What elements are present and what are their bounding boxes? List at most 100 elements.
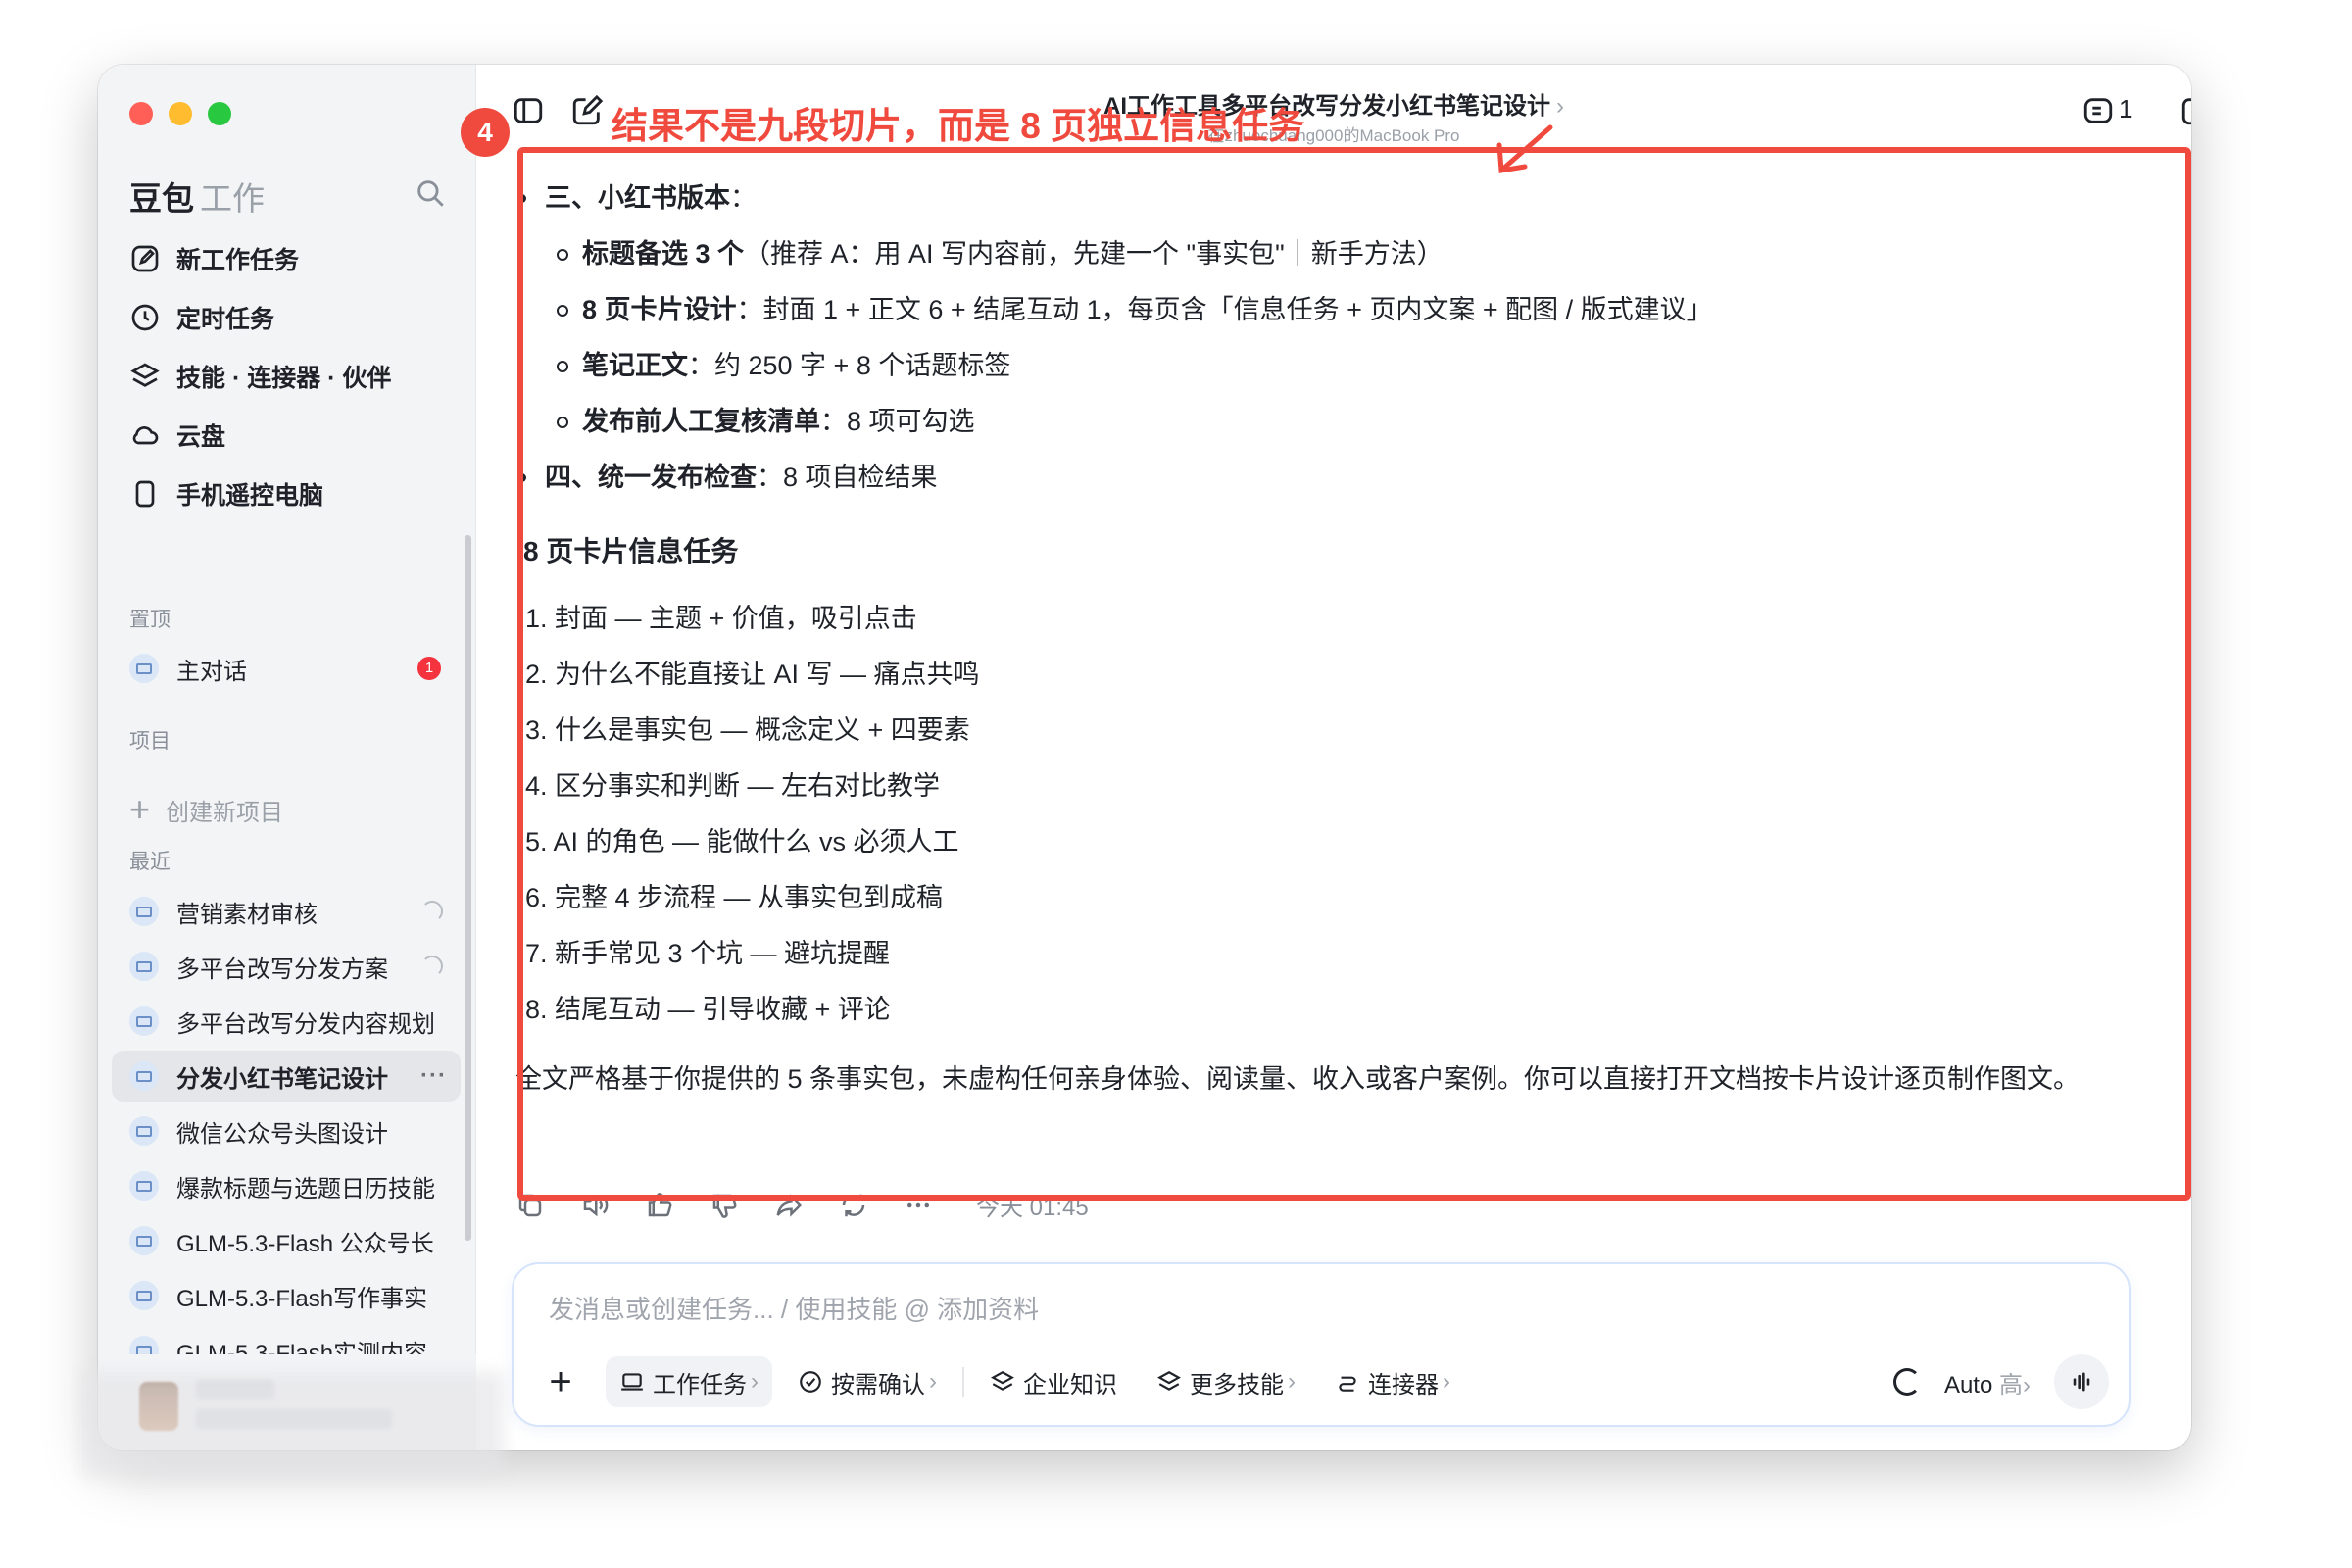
speaker-icon[interactable] bbox=[580, 1191, 610, 1220]
nav-label: 新工作任务 bbox=[176, 247, 300, 274]
new-project-button[interactable]: + 创建新项目 bbox=[129, 792, 283, 827]
chip-label: 按需确认 bbox=[831, 1371, 925, 1398]
more-icon[interactable] bbox=[904, 1191, 933, 1220]
nav-label: 云盘 bbox=[176, 423, 226, 451]
bullet-section-4: 四、统一发布检查：8 项自检结果 bbox=[515, 450, 2162, 506]
recent-label: 最近 bbox=[129, 851, 171, 873]
model-mode-selector[interactable]: Auto 高› bbox=[1944, 1365, 2031, 1399]
more-options-button[interactable]: ··· bbox=[420, 1062, 447, 1090]
nav-skills[interactable]: 技能 · 连接器 · 伙伴 bbox=[129, 347, 453, 406]
chevron-right-icon: › bbox=[1556, 93, 1564, 120]
card-item: 6. 完整 4 步流程 — 从事实包到成稿 bbox=[525, 883, 944, 912]
item-bold: 笔记正文 bbox=[582, 351, 688, 380]
composer-right-controls: Auto 高› bbox=[1892, 1354, 2109, 1409]
task-list-icon[interactable] bbox=[2082, 94, 2115, 127]
recent-item[interactable]: GLM-5.3-Flash 公众号长 bbox=[112, 1215, 461, 1266]
voice-input-button[interactable] bbox=[2054, 1354, 2109, 1409]
section-text: ：8 项自检结果 bbox=[757, 463, 938, 492]
nav-label: 技能 · 连接器 · 伙伴 bbox=[176, 365, 392, 392]
chat-icon bbox=[129, 654, 159, 683]
close-window-button[interactable] bbox=[129, 102, 153, 125]
clock-icon bbox=[131, 304, 159, 331]
bullet-section-3: 三、小红书版本： bbox=[515, 171, 2162, 226]
recent-item-label: GLM-5.3-Flash写作事实 bbox=[176, 1285, 428, 1312]
card-item: 7. 新手常见 3 个坑 — 避坑提醒 bbox=[525, 939, 891, 968]
recent-item-label: 多平台改写分发内容规划 bbox=[176, 1010, 435, 1038]
pinned-item-main-chat[interactable]: 主对话 1 bbox=[112, 643, 461, 694]
recent-item-label: GLM-5.3-Flash 公众号长 bbox=[176, 1230, 434, 1257]
doc-icon bbox=[129, 897, 159, 926]
message-time: 今天 01:45 bbox=[976, 1195, 1089, 1221]
work-task-chip[interactable]: 工作任务 › bbox=[606, 1356, 772, 1407]
chevron-right-icon: › bbox=[2023, 1371, 2031, 1398]
recent-item-label: 分发小红书笔记设计 bbox=[176, 1065, 388, 1093]
loading-icon bbox=[421, 901, 443, 922]
card-item: 4. 区分事实和判断 — 左右对比教学 bbox=[525, 771, 941, 801]
copy-icon[interactable] bbox=[515, 1191, 545, 1220]
recent-item[interactable]: 爆款标题与选题日历技能 bbox=[112, 1160, 461, 1211]
chip-label: 连接器 bbox=[1368, 1371, 1439, 1398]
connector-chip[interactable]: 连接器 › bbox=[1321, 1356, 1464, 1407]
card-item: 3. 什么是事实包 — 概念定义 + 四要素 bbox=[525, 715, 970, 745]
thumbs-down-icon[interactable] bbox=[710, 1191, 739, 1220]
doc-icon bbox=[129, 1116, 159, 1146]
doc-icon bbox=[129, 952, 159, 981]
nav-new-task[interactable]: 新工作任务 bbox=[129, 229, 453, 288]
chip-label: 更多技能 bbox=[1190, 1371, 1284, 1398]
item-text: ：约 250 字 + 8 个话题标签 bbox=[688, 351, 1011, 380]
divider bbox=[962, 1367, 964, 1396]
cards-list: 1. 封面 — 主题 + 价值，吸引点击 2. 为什么不能直接让 AI 写 — … bbox=[515, 591, 2162, 1038]
nav-phone-remote[interactable]: 手机遥控电脑 bbox=[129, 465, 453, 523]
search-icon[interactable] bbox=[414, 176, 447, 210]
nav-cloud-drive[interactable]: 云盘 bbox=[129, 406, 453, 465]
enterprise-knowledge-chip[interactable]: 企业知识 bbox=[976, 1356, 1131, 1407]
card-item: 1. 封面 — 主题 + 价值，吸引点击 bbox=[525, 604, 917, 633]
projects-label: 项目 bbox=[129, 730, 171, 753]
nav-label: 定时任务 bbox=[176, 306, 275, 333]
recent-item[interactable]: GLM-5.3-Flash写作事实 bbox=[112, 1270, 461, 1321]
message-composer[interactable]: 发消息或创建任务... / 使用技能 @ 添加资料 + 工作任务 › 按需确认 › … bbox=[512, 1262, 2131, 1427]
recent-item-label: 爆款标题与选题日历技能 bbox=[176, 1175, 435, 1202]
cloud-icon bbox=[132, 426, 159, 445]
card-item: 2. 为什么不能直接让 AI 写 — 痛点共鸣 bbox=[525, 660, 980, 689]
cards-heading: 8 页卡片信息任务 bbox=[523, 536, 739, 566]
thumbs-up-icon[interactable] bbox=[645, 1191, 674, 1220]
mode-label: Auto bbox=[1943, 1371, 1993, 1398]
sidebar-scrollbar[interactable] bbox=[465, 535, 471, 1241]
new-project-label: 创建新项目 bbox=[166, 799, 284, 826]
app-window: 豆包工作 新工作任务 定时任务 技能 · 连接器 · 伙伴 云盘 手机遥控电脑 bbox=[98, 65, 2191, 1450]
sidebar-nav: 新工作任务 定时任务 技能 · 连接器 · 伙伴 云盘 手机遥控电脑 bbox=[129, 229, 453, 523]
section-title: 三、小红书版本 bbox=[545, 183, 730, 213]
chevron-right-icon: › bbox=[751, 1368, 759, 1395]
brand: 豆包 工作 bbox=[129, 172, 265, 220]
share-icon[interactable] bbox=[774, 1191, 804, 1220]
brand-sub: 工作 bbox=[200, 180, 265, 217]
unread-badge: 1 bbox=[417, 657, 441, 680]
recent-item[interactable]: 多平台改写分发方案 bbox=[112, 941, 461, 992]
layers-icon bbox=[130, 363, 160, 387]
main-panel: AI工作工具多平台改写分发小红书笔记设计 › 在zhuochuang000的Mac… bbox=[476, 65, 2191, 1450]
window-controls bbox=[129, 102, 231, 125]
recent-item[interactable]: 多平台改写分发内容规划 bbox=[112, 996, 461, 1047]
item-text: （推荐 A：用 AI 写内容前，先建一个 "事实包"｜新手方法） bbox=[744, 239, 1444, 269]
zoom-window-button[interactable] bbox=[208, 102, 231, 125]
message-input[interactable]: 发消息或创建任务... / 使用技能 @ 添加资料 bbox=[549, 1290, 1039, 1326]
task-count: 1 bbox=[2119, 94, 2133, 123]
sidebar: 豆包工作 新工作任务 定时任务 技能 · 连接器 · 伙伴 云盘 手机遥控电脑 bbox=[98, 65, 476, 1450]
more-skills-chip[interactable]: 更多技能 › bbox=[1143, 1356, 1309, 1407]
nav-scheduled-task[interactable]: 定时任务 bbox=[129, 288, 453, 347]
regenerate-icon[interactable] bbox=[839, 1191, 868, 1220]
recent-item-active[interactable]: 分发小红书笔记设计 ··· bbox=[112, 1051, 461, 1102]
doc-icon bbox=[129, 1006, 159, 1036]
pinned-item-label: 主对话 bbox=[176, 658, 247, 685]
recent-item-label: 微信公众号头图设计 bbox=[176, 1120, 388, 1148]
sub-bullet: 8 页卡片设计：封面 1 + 正文 6 + 结尾互动 1，每页含「信息任务 + … bbox=[515, 282, 2162, 338]
share-window-icon[interactable] bbox=[2180, 94, 2191, 127]
add-attachment-button[interactable]: + bbox=[543, 1362, 578, 1401]
chip-label: 企业知识 bbox=[1023, 1371, 1117, 1398]
confirm-mode-chip[interactable]: 按需确认 › bbox=[784, 1356, 951, 1407]
recent-item[interactable]: 微信公众号头图设计 bbox=[112, 1105, 461, 1156]
phone-icon bbox=[135, 480, 155, 508]
recent-item[interactable]: 营销素材审核 bbox=[112, 886, 461, 937]
minimize-window-button[interactable] bbox=[169, 102, 192, 125]
